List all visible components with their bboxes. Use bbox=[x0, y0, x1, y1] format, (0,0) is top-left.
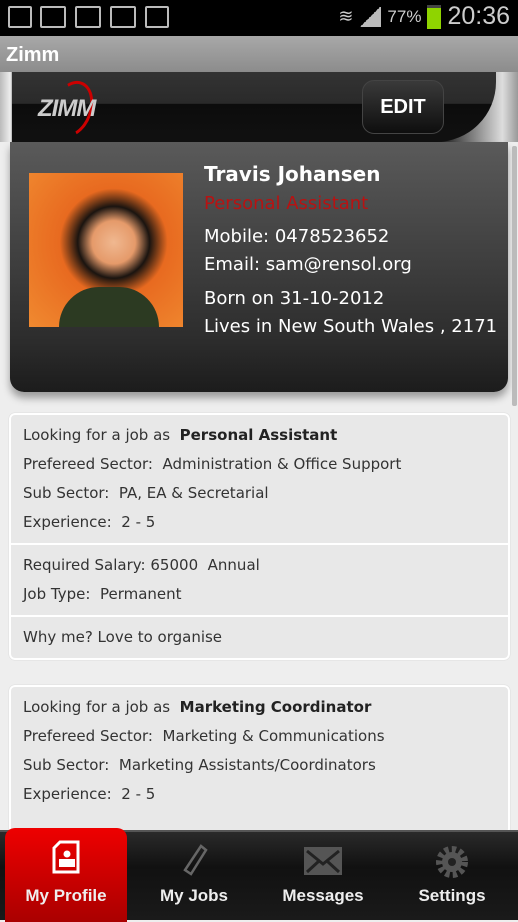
battery-icon bbox=[427, 4, 442, 29]
gmail-icon bbox=[75, 6, 101, 28]
profile-photo bbox=[29, 173, 183, 327]
clock: 20:36 bbox=[447, 2, 510, 30]
tab-my-jobs[interactable]: My Jobs bbox=[133, 832, 255, 922]
sector-row: Prefereed Sector: Administration & Offic… bbox=[23, 455, 402, 473]
email-icon bbox=[110, 6, 136, 28]
signal-icon bbox=[359, 6, 382, 27]
job-card: Looking for a job as Marketing Coordinat… bbox=[9, 685, 510, 835]
edit-button[interactable]: EDIT bbox=[362, 80, 444, 134]
job-card: Looking for a job as Personal Assistant … bbox=[9, 413, 510, 660]
profile-born: Born on 31-10-2012 bbox=[204, 288, 385, 309]
profile-email: Email: sam@rensol.org bbox=[204, 254, 412, 275]
job-type-row: Job Type: Permanent bbox=[23, 585, 182, 603]
salary-row: Required Salary: 65000 Annual bbox=[23, 556, 260, 574]
why-me-row: Why me? Love to organise bbox=[23, 628, 223, 646]
profile-icon bbox=[52, 840, 80, 874]
sim-icon bbox=[8, 6, 32, 28]
profile-card: Travis Johansen Personal Assistant Mobil… bbox=[10, 142, 508, 392]
scrollbar[interactable] bbox=[512, 146, 517, 406]
job-title-row: Looking for a job as Marketing Coordinat… bbox=[23, 698, 372, 716]
zimm-logo: ZIMM bbox=[38, 95, 96, 122]
status-bar: ≋ 77% 20:36 bbox=[0, 0, 518, 36]
bottom-tab-bar: My Profile My Jobs Messages Settings bbox=[0, 828, 518, 922]
app-title: Zimm bbox=[0, 36, 518, 72]
tab-my-profile[interactable]: My Profile bbox=[5, 828, 127, 922]
experience-row: Experience: 2 - 5 bbox=[23, 513, 156, 531]
sub-sector-row: Sub Sector: Marketing Assistants/Coordin… bbox=[23, 756, 376, 774]
profile-mobile: Mobile: 0478523652 bbox=[204, 226, 390, 247]
tie-icon bbox=[183, 844, 208, 876]
tab-settings[interactable]: Settings bbox=[391, 832, 513, 922]
battery-percent: 77% bbox=[387, 6, 422, 26]
gallery-icon bbox=[40, 6, 66, 28]
play-store-icon bbox=[145, 6, 169, 28]
gear-icon bbox=[436, 846, 468, 878]
profile-name: Travis Johansen bbox=[204, 162, 381, 186]
sector-row: Prefereed Sector: Marketing & Communicat… bbox=[23, 727, 385, 745]
profile-location: Lives in New South Wales , 2171 bbox=[204, 316, 498, 337]
envelope-icon bbox=[304, 847, 342, 875]
job-title-row: Looking for a job as Personal Assistant bbox=[23, 426, 338, 444]
tab-messages[interactable]: Messages bbox=[262, 832, 384, 922]
profile-role: Personal Assistant bbox=[204, 193, 369, 214]
experience-row: Experience: 2 - 5 bbox=[23, 785, 156, 803]
sub-sector-row: Sub Sector: PA, EA & Secretarial bbox=[23, 484, 269, 502]
wifi-icon: ≋ bbox=[338, 6, 354, 26]
